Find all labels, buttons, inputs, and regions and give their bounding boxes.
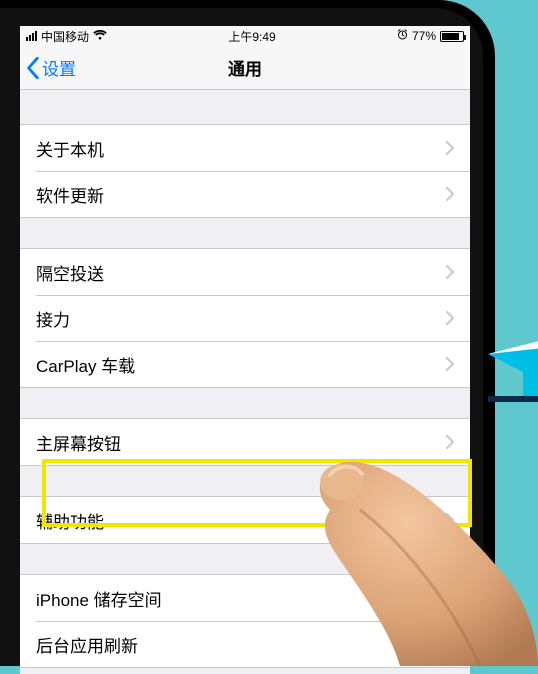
row-background-refresh[interactable]: 后台应用刷新 — [20, 621, 470, 667]
chevron-right-icon — [446, 637, 454, 651]
status-time: 上午9:49 — [228, 28, 275, 45]
group-2: 主屏幕按钮 — [20, 418, 470, 466]
row-home-button[interactable]: 主屏幕按钮 — [20, 419, 470, 465]
row-storage[interactable]: iPhone 储存空间 — [20, 575, 470, 621]
battery-pct: 77% — [412, 29, 436, 43]
nav-bar: 设置 通用 — [20, 46, 470, 90]
row-label: 接力 — [36, 306, 70, 331]
row-label: 主屏幕按钮 — [36, 430, 121, 455]
signal-icon — [26, 31, 37, 41]
row-label: 隔空投送 — [36, 260, 104, 285]
chevron-right-icon — [446, 357, 454, 371]
battery-fill — [442, 33, 459, 40]
status-bar: 中国移动 上午9:49 77% — [20, 26, 470, 46]
row-software-update[interactable]: 软件更新 — [20, 171, 470, 217]
phone-frame: 中国移动 上午9:49 77% — [0, 0, 495, 666]
chevron-right-icon — [446, 187, 454, 201]
row-label: CarPlay 车载 — [36, 352, 135, 377]
carrier-label: 中国移动 — [41, 28, 89, 45]
row-label: 软件更新 — [36, 182, 104, 207]
row-label: 关于本机 — [36, 136, 104, 161]
row-handoff[interactable]: 接力 — [20, 295, 470, 341]
chevron-right-icon — [446, 435, 454, 449]
wifi-icon — [93, 30, 107, 43]
status-left: 中国移动 — [26, 28, 107, 45]
group-3: 辅助功能 — [20, 496, 470, 544]
page-title: 通用 — [20, 55, 470, 80]
row-carplay[interactable]: CarPlay 车载 — [20, 341, 470, 387]
chevron-right-icon — [446, 311, 454, 325]
row-label: iPhone 储存空间 — [36, 586, 162, 611]
row-label: 后台应用刷新 — [36, 632, 138, 657]
chevron-right-icon — [446, 265, 454, 279]
back-button[interactable]: 设置 — [20, 55, 76, 80]
battery-icon — [440, 31, 464, 42]
chevron-right-icon — [446, 141, 454, 155]
group-1: 隔空投送 接力 CarPlay 车载 — [20, 248, 470, 388]
callout-shape — [488, 340, 538, 400]
screen: 中国移动 上午9:49 77% — [20, 26, 470, 674]
back-label: 设置 — [42, 55, 76, 80]
row-label: 辅助功能 — [36, 508, 104, 533]
chevron-right-icon — [446, 513, 454, 527]
settings-list[interactable]: 关于本机 软件更新 隔空投送 接力 — [20, 124, 470, 668]
status-right: 77% — [397, 29, 464, 43]
row-accessibility[interactable]: 辅助功能 — [20, 497, 470, 543]
alarm-icon — [397, 29, 408, 43]
chevron-left-icon — [26, 57, 40, 79]
row-about[interactable]: 关于本机 — [20, 125, 470, 171]
group-4: iPhone 储存空间 后台应用刷新 — [20, 574, 470, 668]
chevron-right-icon — [446, 591, 454, 605]
group-0: 关于本机 软件更新 — [20, 124, 470, 218]
phone-bezel: 中国移动 上午9:49 77% — [0, 8, 483, 666]
row-airdrop[interactable]: 隔空投送 — [20, 249, 470, 295]
